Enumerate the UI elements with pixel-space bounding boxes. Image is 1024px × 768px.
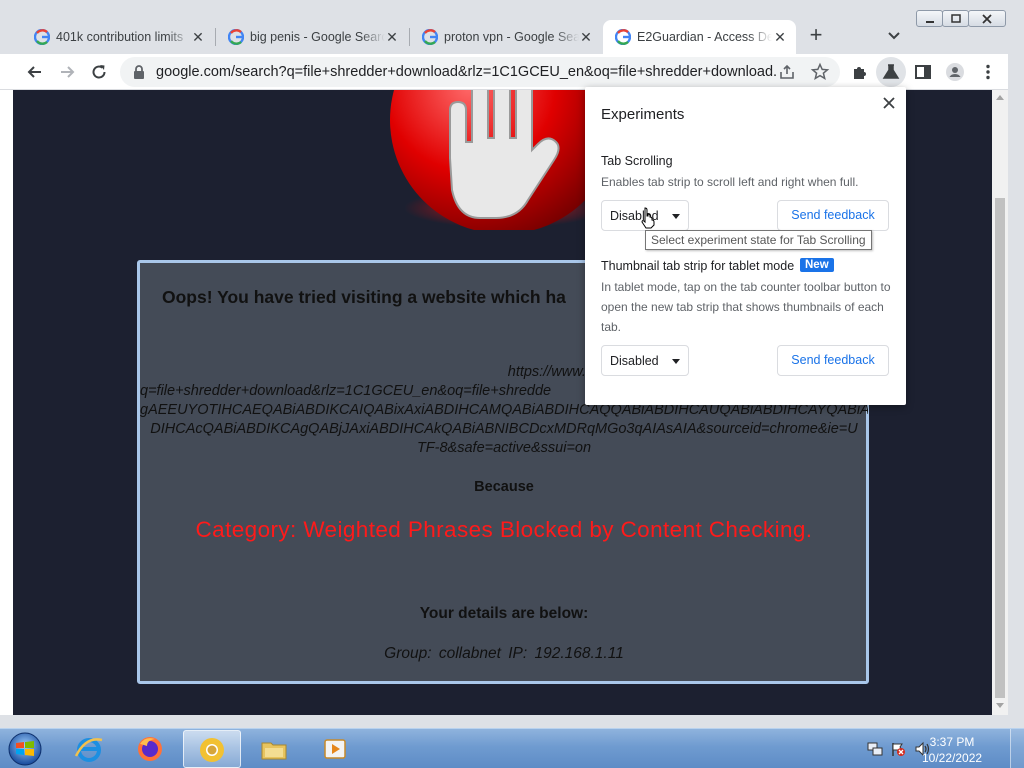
taskbar: 3:37 PM 10/22/2022 bbox=[0, 728, 1024, 768]
tab-close-icon[interactable]: ✕ bbox=[384, 29, 400, 45]
google-favicon-icon bbox=[34, 29, 50, 45]
tab-close-icon[interactable]: ✕ bbox=[578, 29, 594, 45]
experiment-description: Enables tab strip to scroll left and rig… bbox=[601, 175, 859, 189]
page-scrollbar[interactable] bbox=[992, 90, 1008, 715]
close-icon[interactable] bbox=[881, 95, 897, 111]
tab-strip: 401k contribution limits ✕ big penis - G… bbox=[0, 0, 1024, 54]
tab-search-chevron-icon[interactable] bbox=[884, 28, 904, 44]
folder-icon bbox=[261, 742, 287, 760]
windows-start-icon[interactable] bbox=[3, 730, 47, 768]
taskbar-chrome[interactable] bbox=[183, 730, 241, 768]
scroll-down-arrow-icon[interactable] bbox=[996, 703, 1004, 708]
tab-search-2[interactable]: big penis - Google Search ✕ bbox=[216, 20, 408, 54]
show-desktop-button[interactable] bbox=[1010, 729, 1024, 768]
tab-401k[interactable]: 401k contribution limits ✕ bbox=[22, 20, 214, 54]
experiments-flask-icon[interactable] bbox=[879, 60, 903, 84]
window-bottom-border bbox=[0, 715, 1024, 728]
url-text: google.com/search?q=file+shredder+downlo… bbox=[156, 64, 776, 80]
media-player-icon bbox=[324, 739, 346, 759]
profile-avatar-icon[interactable] bbox=[943, 60, 967, 84]
forward-arrow-icon[interactable] bbox=[55, 60, 79, 84]
tab-title: E2Guardian - Access Denied bbox=[637, 30, 772, 44]
google-favicon-icon bbox=[422, 29, 438, 45]
extensions-puzzle-icon[interactable] bbox=[848, 60, 872, 84]
firefox-icon bbox=[138, 737, 162, 761]
because-label: Because bbox=[474, 479, 534, 495]
details-value: Group: collabnet IP: 192.168.1.11 bbox=[384, 645, 624, 662]
taskbar-file-explorer[interactable] bbox=[245, 730, 303, 768]
internet-explorer-icon bbox=[74, 738, 103, 762]
tab-close-icon[interactable]: ✕ bbox=[190, 29, 206, 45]
restore-button[interactable] bbox=[942, 10, 969, 27]
network-icon[interactable] bbox=[867, 741, 883, 757]
clock-date[interactable]: 10/22/2022 bbox=[922, 751, 982, 765]
side-label: M bbox=[2, 267, 12, 279]
share-icon[interactable] bbox=[778, 63, 796, 81]
minimize-button[interactable] bbox=[916, 10, 943, 27]
tab-e2guardian[interactable]: E2Guardian - Access Denied ✕ bbox=[603, 20, 796, 54]
taskbar-media-player[interactable] bbox=[306, 730, 364, 768]
google-favicon-icon bbox=[228, 29, 244, 45]
bookmark-star-icon[interactable] bbox=[810, 62, 830, 82]
reload-icon[interactable] bbox=[87, 60, 111, 84]
window-right-border bbox=[1008, 54, 1024, 728]
address-bar[interactable]: google.com/search?q=file+shredder+downlo… bbox=[120, 57, 840, 87]
scroll-up-arrow-icon[interactable] bbox=[996, 95, 1004, 100]
chrome-icon bbox=[200, 738, 224, 762]
blocked-url-line: DIHCAcQABiABDIKCAgQABjJAxiABDIHCAkQABiAB… bbox=[150, 421, 858, 437]
google-favicon-icon bbox=[615, 29, 631, 45]
mouse-cursor-icon bbox=[641, 207, 655, 229]
send-feedback-button[interactable]: Send feedback bbox=[777, 200, 889, 231]
details-heading: Your details are below: bbox=[419, 605, 589, 622]
taskbar-firefox[interactable] bbox=[121, 730, 179, 768]
menu-kebab-icon[interactable] bbox=[976, 60, 1000, 84]
tab-close-icon[interactable]: ✕ bbox=[772, 29, 788, 45]
blocked-url-line: TF-8&safe=active&ssui=on bbox=[416, 440, 592, 456]
new-badge: New bbox=[800, 258, 834, 272]
send-feedback-button[interactable]: Send feedback bbox=[777, 345, 889, 376]
experiment-description: In tablet mode, tap on the tab counter t… bbox=[601, 280, 891, 334]
experiment-state-select[interactable]: Disabled bbox=[601, 345, 689, 376]
clock-time[interactable]: 3:37 PM bbox=[922, 735, 982, 749]
experiment-name: Thumbnail tab strip for tablet mode bbox=[601, 259, 795, 273]
page-left-edge bbox=[0, 90, 13, 715]
experiment-name: Tab Scrolling bbox=[601, 154, 673, 168]
tab-proton-vpn[interactable]: proton vpn - Google Search ✕ bbox=[410, 20, 602, 54]
experiment-state-value: Disabled bbox=[610, 354, 659, 368]
tooltip: Select experiment state for Tab Scrollin… bbox=[645, 230, 872, 250]
scrollbar-thumb[interactable] bbox=[995, 198, 1005, 698]
new-tab-plus-icon[interactable]: + bbox=[804, 24, 828, 48]
block-category: Category: Weighted Phrases Blocked by Co… bbox=[195, 517, 813, 542]
tab-title: 401k contribution limits bbox=[56, 30, 184, 44]
back-arrow-icon[interactable] bbox=[23, 60, 47, 84]
close-window-button[interactable] bbox=[968, 10, 1006, 27]
dropdown-caret-icon bbox=[672, 359, 680, 364]
taskbar-internet-explorer[interactable] bbox=[60, 730, 118, 768]
action-center-flag-icon[interactable] bbox=[890, 741, 906, 757]
tab-title: big penis - Google Search bbox=[250, 30, 385, 44]
experiments-title: Experiments bbox=[601, 106, 685, 123]
block-heading: Oops! You have tried visiting a website … bbox=[162, 287, 566, 307]
side-panel-icon[interactable] bbox=[911, 60, 935, 84]
browser-toolbar: google.com/search?q=file+shredder+downlo… bbox=[0, 54, 1024, 90]
tab-title: proton vpn - Google Search bbox=[444, 30, 579, 44]
dropdown-caret-icon bbox=[672, 214, 680, 219]
lock-icon bbox=[134, 65, 144, 79]
